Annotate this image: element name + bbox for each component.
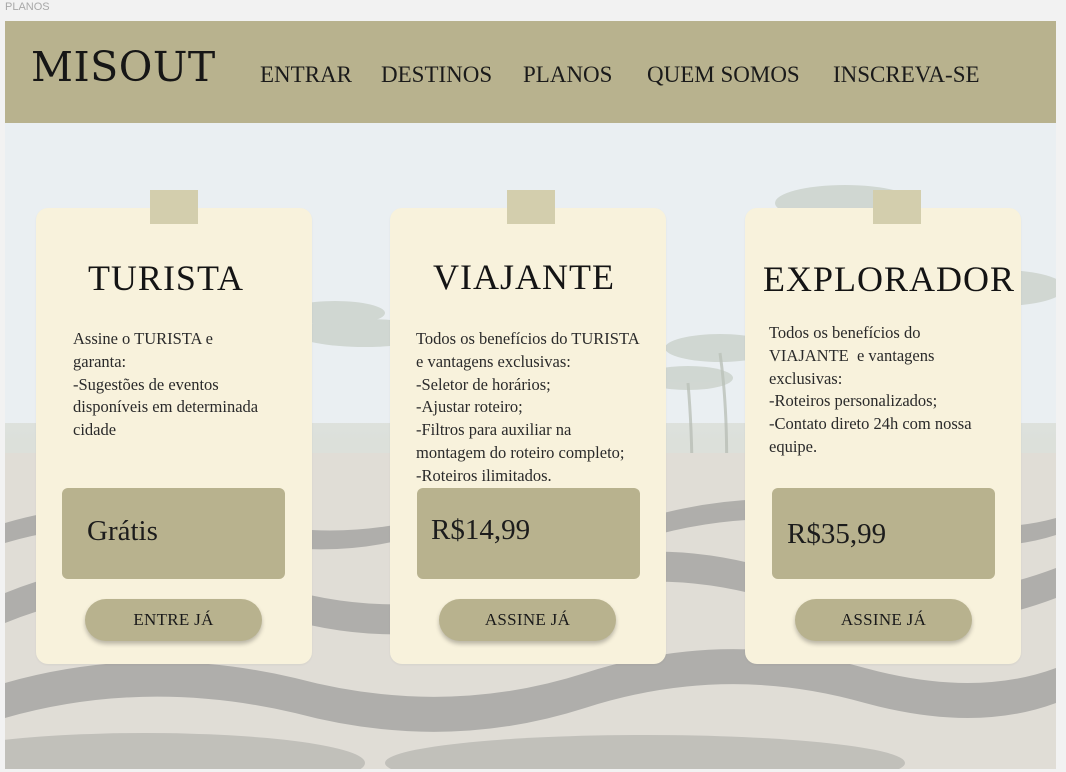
plan-description: Todos os benefícios do TURISTA e vantage… xyxy=(416,328,640,488)
price-box: R$14,99 xyxy=(417,488,640,579)
description-line: -Roteiros ilimitados. xyxy=(416,465,552,485)
description-line: -Contato direto 24h com nossa xyxy=(769,414,972,434)
card-tab-decoration xyxy=(873,190,921,224)
description-line: disponíveis em determinada xyxy=(73,397,259,417)
plan-title: TURISTA xyxy=(87,258,245,298)
nav-quem-somos[interactable]: QUEM SOMOS xyxy=(647,63,800,86)
description-line: -Sugestões de eventos xyxy=(73,374,219,394)
card-tab-decoration xyxy=(150,190,198,224)
plan-card-explorador: EXPLORADOR Todos os benefícios do VIAJAN… xyxy=(745,208,1021,664)
price-box: R$35,99 xyxy=(772,488,995,579)
price-label: R$35,99 xyxy=(787,518,887,550)
plan-title: VIAJANTE xyxy=(433,257,615,297)
description-line: -Filtros para auxiliar na xyxy=(416,420,572,440)
frame-label: PLANOS xyxy=(5,1,50,13)
nav-inscreva-se[interactable]: INSCREVA-SE xyxy=(833,63,980,86)
plan-card-viajante: VIAJANTE Todos os benefícios do TURISTA … xyxy=(390,208,666,664)
plan-title: EXPLORADOR xyxy=(762,259,1015,299)
description-line: Assine o TURISTA e xyxy=(73,329,214,348)
price-box: Grátis xyxy=(62,488,285,579)
description-line: e vantagens exclusivas: xyxy=(416,351,571,371)
description-line: exclusivas: xyxy=(769,368,843,388)
description-line: VIAJANTE e vantagens xyxy=(769,345,935,365)
entre-ja-button[interactable]: ENTRE JÁ xyxy=(85,599,262,641)
nav-planos[interactable]: PLANOS xyxy=(523,63,612,86)
description-line: montagem do roteiro completo; xyxy=(416,442,625,462)
nav-entrar[interactable]: ENTRAR xyxy=(260,63,352,86)
price-label: R$14,99 xyxy=(431,514,531,546)
description-line: cidade xyxy=(73,420,117,440)
brand-logo[interactable]: MISOUT xyxy=(31,47,216,88)
plan-description: Todos os benefícios do VIAJANTE e vantag… xyxy=(769,322,972,459)
description-line: -Ajustar roteiro; xyxy=(416,397,523,417)
price-label: Grátis xyxy=(87,515,158,547)
page-frame: MISOUT ENTRAR DESTINOS PLANOS QUEM SOMOS… xyxy=(5,21,1056,769)
description-line: Todos os benefícios do TURISTA xyxy=(416,329,640,348)
top-navigation-bar: MISOUT ENTRAR DESTINOS PLANOS QUEM SOMOS… xyxy=(5,21,1056,123)
nav-destinos[interactable]: DESTINOS xyxy=(381,63,492,86)
plan-card-turista: TURISTA Assine o TURISTA e garanta: -Sug… xyxy=(36,208,312,664)
plan-description: Assine o TURISTA e garanta: -Sugestões d… xyxy=(73,328,258,442)
assine-ja-button[interactable]: ASSINE JÁ xyxy=(795,599,972,641)
description-line: garanta: xyxy=(73,351,127,371)
assine-ja-button[interactable]: ASSINE JÁ xyxy=(439,599,616,641)
card-tab-decoration xyxy=(507,190,555,224)
description-line: equipe. xyxy=(769,436,818,456)
description-line: Todos os benefícios do xyxy=(769,323,921,342)
description-line: -Roteiros personalizados; xyxy=(769,391,938,411)
description-line: -Seletor de horários; xyxy=(416,374,551,394)
